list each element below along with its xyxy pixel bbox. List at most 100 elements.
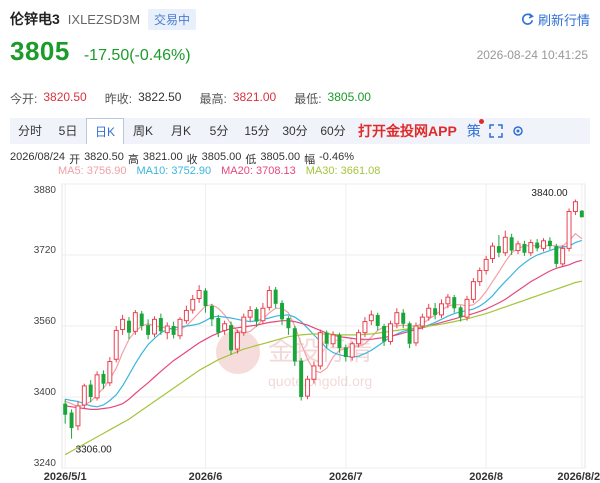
- candle: [490, 242, 495, 263]
- candle: [247, 306, 253, 322]
- candle: [126, 317, 131, 340]
- watermark-url: quote.cngold.org: [268, 373, 372, 389]
- tab-3[interactable]: 周K: [124, 118, 162, 144]
- strategy-label: 策: [466, 123, 481, 139]
- tab-6[interactable]: 15分: [238, 118, 276, 144]
- refresh-button[interactable]: 刷新行情: [521, 10, 590, 29]
- candle: [292, 326, 297, 366]
- candle: [299, 357, 304, 401]
- candle: [368, 310, 374, 326]
- candlestick-chart: 3240 3400 3560 3720 3880 2026/5/1 2026/6 2026/7…: [34, 183, 600, 483]
- x-tick-label: 2026/8/24: [557, 471, 600, 483]
- candle: [260, 302, 266, 324]
- refresh-icon: [521, 13, 534, 25]
- x-tick-label: 2026/8: [469, 471, 503, 483]
- tab-4[interactable]: 月K: [162, 118, 200, 144]
- candle: [387, 320, 393, 345]
- candle: [190, 294, 196, 314]
- settings-button[interactable]: [511, 124, 525, 138]
- candle: [566, 208, 572, 252]
- candle: [458, 305, 463, 322]
- y-tick-label: 3880: [34, 185, 57, 196]
- extreme-value-label: 3306.00: [76, 445, 113, 456]
- stats-row: 今开: 3820.50 昨收: 3822.50 最高: 3821.00 最低: 3805.00: [10, 90, 389, 106]
- tab-0[interactable]: 分时: [10, 118, 50, 144]
- stat-item: 最高: 3821.00: [199, 90, 276, 106]
- candle: [452, 294, 457, 313]
- tab-1[interactable]: 5日: [50, 118, 86, 144]
- tab-5[interactable]: 5分: [200, 118, 238, 144]
- stat-value: 3822.50: [138, 90, 182, 104]
- candle: [164, 322, 170, 340]
- candle: [273, 286, 278, 309]
- candle: [541, 238, 547, 252]
- candle: [196, 285, 202, 303]
- candle: [152, 316, 157, 338]
- app-promo-link[interactable]: 打开金投网APP: [358, 121, 457, 141]
- notification-dot: [478, 119, 484, 124]
- candle: [572, 199, 578, 216]
- refresh-label: 刷新行情: [537, 13, 590, 28]
- candle: [547, 237, 552, 250]
- stat-label: 昨收:: [104, 92, 133, 106]
- fullscreen-button[interactable]: [489, 124, 503, 138]
- candle: [470, 278, 476, 303]
- stat-item: 最低: 3805.00: [294, 90, 371, 106]
- instrument-code: IXLEZSD3M: [67, 11, 141, 27]
- candle: [554, 243, 559, 268]
- candle: [171, 321, 176, 339]
- candle: [439, 299, 444, 319]
- candle: [229, 321, 233, 355]
- stat-item: 今开: 3820.50: [10, 90, 87, 106]
- candle: [522, 240, 527, 256]
- settings-icon: [513, 126, 523, 136]
- candle: [94, 371, 100, 401]
- tab-8[interactable]: 60分: [314, 118, 352, 144]
- candle: [305, 375, 311, 400]
- price-row: 3805 -17.50(-0.46%): [10, 36, 191, 68]
- y-tick-label: 3560: [34, 316, 57, 327]
- candle: [209, 303, 214, 326]
- quote-header: 伦锌电3 IXLEZSD3M 交易中 刷新行情 3805 -17.50(-0.4…: [0, 0, 600, 88]
- strategy-button[interactable]: 策: [466, 119, 484, 141]
- candle: [496, 235, 501, 258]
- y-tick-label: 3400: [34, 387, 57, 398]
- candle: [528, 239, 534, 256]
- last-price: 3805: [10, 36, 70, 66]
- candle: [132, 310, 138, 335]
- x-tick-label: 2026/5/1: [44, 471, 87, 483]
- stat-value: 3805.00: [327, 90, 371, 104]
- stat-value: 3820.50: [43, 90, 87, 104]
- candle: [579, 210, 584, 218]
- quote-datetime: 2026-08-24 10:41:25: [476, 48, 588, 62]
- status-badge: 交易中: [148, 8, 197, 30]
- stat-label: 今开:: [10, 92, 38, 106]
- stat-label: 最低:: [294, 92, 322, 106]
- stat-label: 最高:: [199, 92, 227, 106]
- ma-line-ma30: [64, 280, 582, 456]
- title-row: 伦锌电3 IXLEZSD3M 交易中: [10, 8, 197, 30]
- candle: [560, 245, 566, 267]
- candle: [477, 267, 483, 287]
- candle: [113, 326, 119, 363]
- x-tick-label: 2026/6: [189, 471, 223, 483]
- candle: [88, 380, 93, 403]
- stat-item: 昨收: 3822.50: [105, 90, 182, 106]
- tab-2[interactable]: 日K: [86, 118, 124, 144]
- tab-7[interactable]: 30分: [276, 118, 314, 144]
- fullscreen-icon: [489, 124, 503, 138]
- instrument-name: 伦锌电3: [10, 11, 60, 27]
- price-change: -17.50(-0.46%): [83, 47, 191, 64]
- candle: [107, 357, 113, 386]
- period-tabbar: 分时 5日 日K 周K 月K 5分 15分 30分 60分 打开金投网APP 策: [10, 118, 590, 144]
- candle: [413, 322, 419, 346]
- y-tick-label: 3240: [34, 458, 57, 469]
- candle: [535, 239, 540, 252]
- candle: [515, 240, 521, 255]
- candle: [483, 255, 489, 275]
- candle: [75, 401, 81, 431]
- candle: [81, 383, 87, 409]
- candle: [266, 286, 272, 311]
- extreme-value-label: 3840.00: [531, 188, 568, 199]
- x-tick-label: 2026/7: [329, 471, 363, 483]
